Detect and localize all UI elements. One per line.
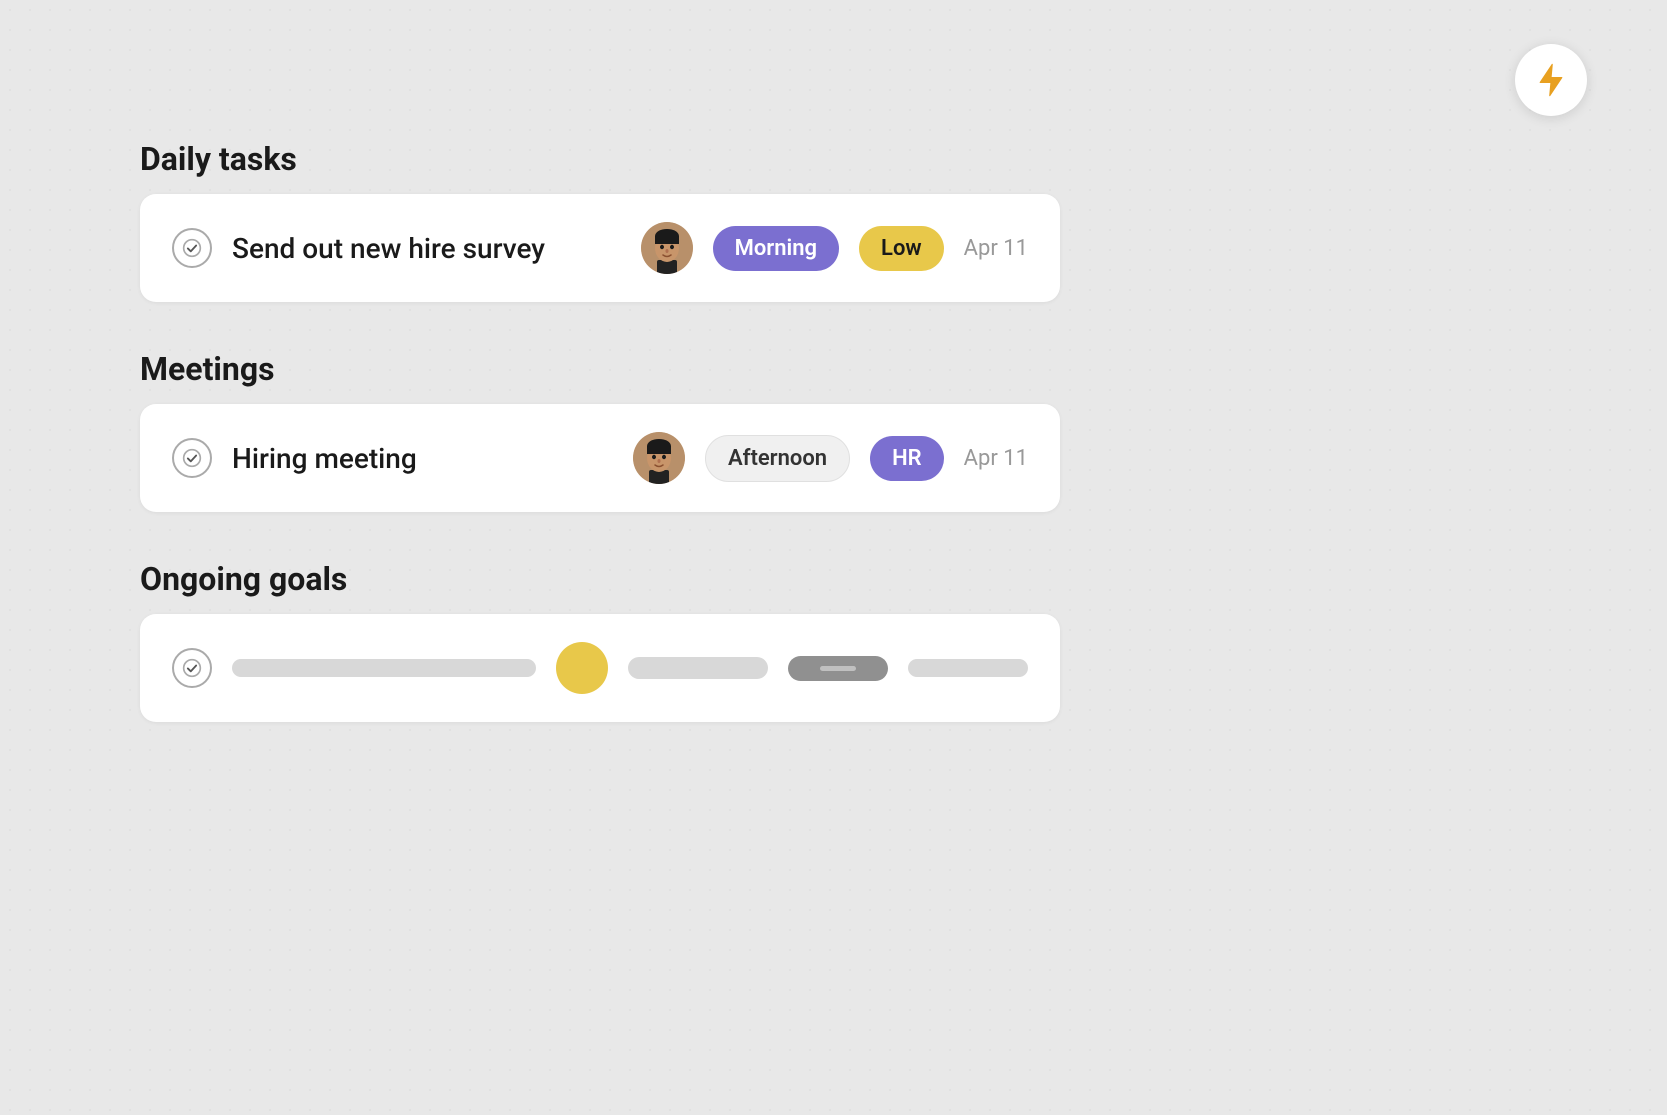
daily-tasks-title: Daily tasks [140, 140, 1060, 178]
avatar-meeting [633, 432, 685, 484]
time-badge-survey: Morning [713, 226, 839, 271]
time-badge-goal-placeholder [628, 657, 768, 679]
date-goal-placeholder [908, 659, 1028, 677]
priority-badge-goal [788, 656, 888, 681]
avatar-goal [556, 642, 608, 694]
task-card-survey[interactable]: Send out new hire survey [140, 194, 1060, 302]
task-name-meeting: Hiring meeting [232, 442, 613, 475]
time-badge-meeting: Afternoon [705, 435, 850, 482]
date-survey: Apr 11 [964, 236, 1028, 261]
avatar-survey [641, 222, 693, 274]
task-card-meeting[interactable]: Hiring meeting Afternoon HR Apr 11 [140, 404, 1060, 512]
ongoing-goals-section: Ongoing goals [140, 560, 1060, 722]
meetings-title: Meetings [140, 350, 1060, 388]
check-icon-goal[interactable] [172, 648, 212, 688]
ongoing-goals-title: Ongoing goals [140, 560, 1060, 598]
goal-name-placeholder [232, 659, 536, 677]
date-meeting: Apr 11 [964, 446, 1028, 471]
main-content: Daily tasks Send out new hire survey [0, 0, 1200, 722]
lightning-button[interactable] [1515, 44, 1587, 116]
lightning-icon [1536, 62, 1566, 98]
meetings-section: Meetings Hiring meeting [140, 350, 1060, 512]
daily-tasks-section: Daily tasks Send out new hire survey [140, 140, 1060, 302]
check-icon-survey[interactable] [172, 228, 212, 268]
task-card-goal[interactable] [140, 614, 1060, 722]
priority-badge-meeting: HR [870, 436, 944, 481]
check-icon-meeting[interactable] [172, 438, 212, 478]
priority-badge-survey: Low [859, 226, 944, 271]
task-name-survey: Send out new hire survey [232, 232, 621, 265]
